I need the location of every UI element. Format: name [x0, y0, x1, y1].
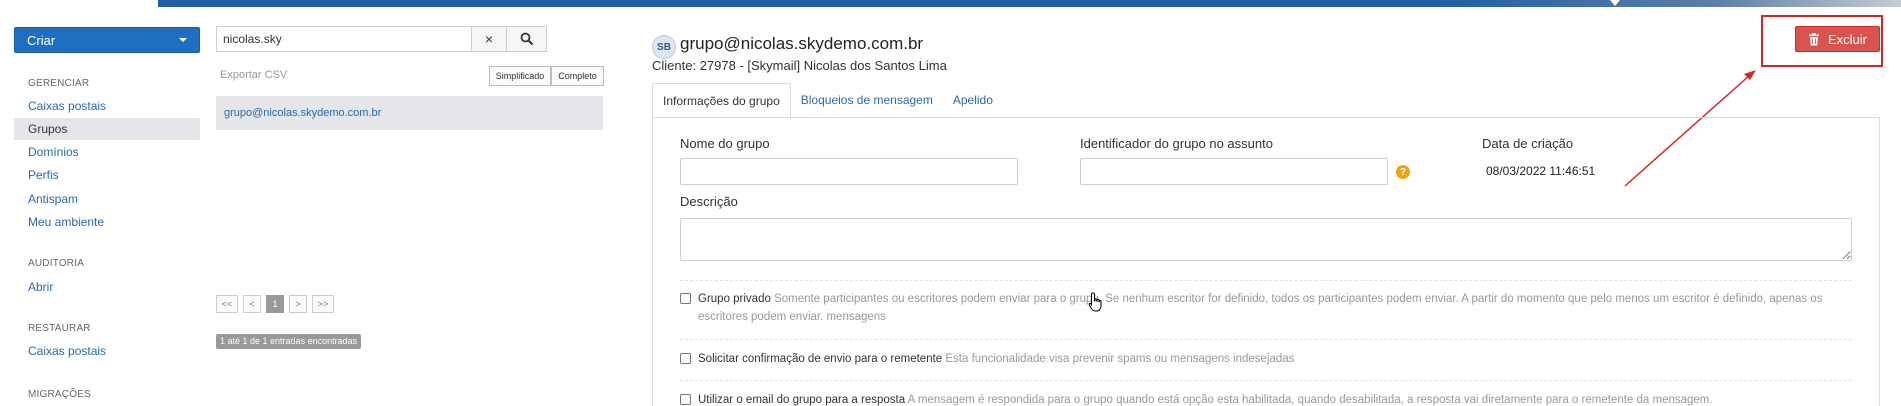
reply-to-group-checkbox[interactable]	[680, 394, 691, 405]
send-confirmation-checkbox[interactable]	[680, 353, 691, 364]
option-text: Solicitar confirmação de envio para o re…	[698, 350, 1852, 368]
option-label: Grupo privado	[698, 293, 771, 305]
subject-id-label: Identificador do grupo no assunto	[1080, 136, 1273, 151]
option-send-confirmation: Solicitar confirmação de envio para o re…	[680, 350, 1852, 368]
description-label: Descrição	[680, 194, 738, 209]
description-field[interactable]	[680, 218, 1852, 261]
option-label: Solicitar confirmação de envio para o re…	[698, 353, 943, 365]
created-date-label: Data de criação	[1482, 136, 1574, 151]
created-date-value: 08/03/2022 11:46:51	[1486, 164, 1596, 178]
tab-alias[interactable]: Apelido	[943, 83, 1003, 118]
divider	[680, 380, 1852, 381]
divider	[680, 339, 1852, 340]
option-description: Somente participantes ou escritores pode…	[698, 293, 1823, 323]
option-label: Utilizar o email do grupo para a respost…	[698, 394, 906, 406]
option-description: Esta funcionalidade visa prevenir spams …	[945, 353, 1295, 365]
option-description: A mensagem é respondida para o grupo qua…	[907, 394, 1713, 406]
hand-cursor-icon	[1088, 292, 1102, 312]
private-group-checkbox[interactable]	[680, 293, 691, 304]
option-private-group: Grupo privado Somente participantes ou e…	[680, 290, 1852, 326]
subject-id-field[interactable]	[1080, 158, 1388, 185]
option-text: Utilizar o email do grupo para a respost…	[698, 391, 1852, 406]
tab-group-info[interactable]: Informações do grupo	[652, 83, 791, 118]
group-name-field[interactable]	[680, 158, 1018, 185]
divider	[680, 280, 1852, 281]
tab-message-blocks[interactable]: Bloqueios de mensagem	[791, 83, 943, 118]
option-text: Grupo privado Somente participantes ou e…	[698, 290, 1852, 326]
help-icon[interactable]: ?	[1396, 165, 1410, 179]
group-name-label: Nome do grupo	[680, 136, 770, 151]
tab-bar: Informações do grupo Bloqueios de mensag…	[652, 83, 1003, 118]
option-reply-to-group: Utilizar o email do grupo para a respost…	[680, 391, 1852, 406]
